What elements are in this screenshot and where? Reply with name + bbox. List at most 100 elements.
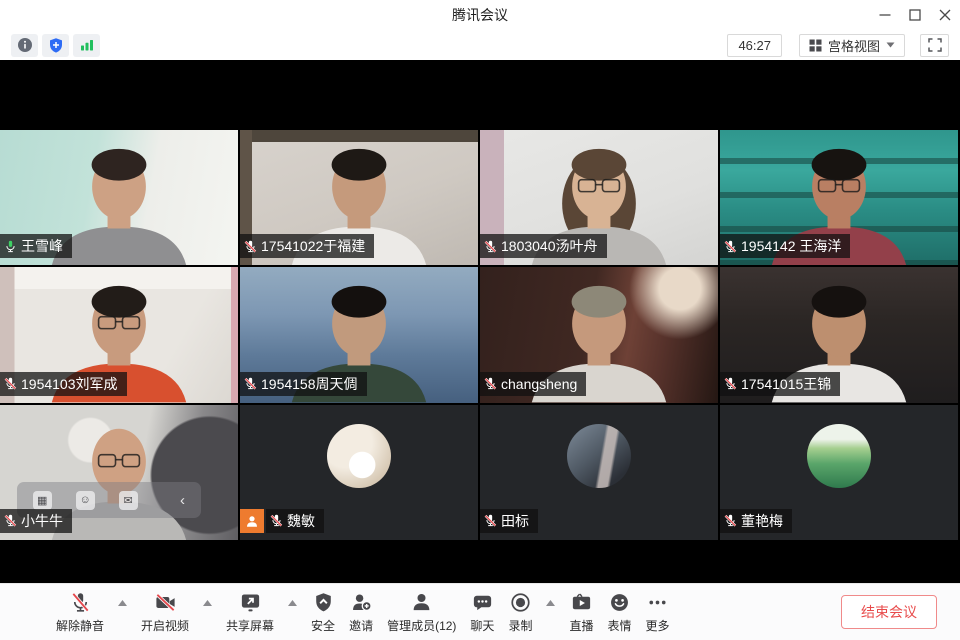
share-screen-button[interactable]: 共享屏幕	[226, 590, 274, 634]
tool-label: 更多	[645, 617, 669, 634]
maximize-icon	[909, 9, 921, 21]
grid-chip-icon: ▦	[33, 491, 52, 510]
toolbar-right-group: 46:27 宫格视图	[727, 34, 949, 57]
fullscreen-button[interactable]	[920, 34, 949, 57]
tool-label: 开启视频	[141, 617, 189, 634]
participant-name: 魏敏	[287, 511, 315, 531]
end-meeting-button[interactable]: 结束会议	[841, 595, 937, 629]
tool-label: 管理成员(12)	[387, 617, 456, 634]
tool-label: 表情	[607, 617, 631, 634]
window-controls	[870, 0, 960, 30]
emoji-button[interactable]: 表情	[607, 590, 631, 634]
video-tile[interactable]: 1954142 王海洋	[720, 130, 958, 265]
video-tile[interactable]: 王雪峰	[0, 130, 238, 265]
view-mode-label: 宫格视图	[828, 36, 880, 55]
share-options-caret[interactable]	[288, 600, 297, 606]
participant-name: 田标	[501, 511, 529, 531]
chevron-down-icon	[886, 42, 895, 48]
participant-label: 王雪峰	[0, 234, 72, 258]
avatar	[327, 424, 391, 488]
manage-members-button[interactable]: 管理成员(12)	[387, 590, 456, 634]
minimize-button[interactable]	[870, 0, 900, 30]
participant-name: 17541015王锦	[741, 374, 831, 394]
network-signal-button[interactable]	[73, 34, 100, 57]
meeting-window: 腾讯会议	[0, 0, 960, 640]
participant-label: 17541015王锦	[720, 372, 840, 396]
chat-button[interactable]: 聊天	[470, 590, 494, 634]
record-icon	[509, 590, 532, 614]
video-tile[interactable]: 17541022于福建	[240, 130, 478, 265]
video-tile[interactable]: 1954158周天倜	[240, 267, 478, 402]
muted-mic-icon	[244, 377, 257, 390]
avatar	[567, 424, 631, 488]
start-video-button[interactable]: 开启视频	[141, 590, 189, 634]
participant-label: changsheng	[480, 372, 586, 396]
muted-mic-icon	[270, 514, 283, 527]
participant-label: 17541022于福建	[240, 234, 374, 258]
view-mode-selector[interactable]: 宫格视图	[799, 34, 905, 57]
shield-plus-icon	[48, 37, 64, 53]
participant-name: 17541022于福建	[261, 236, 365, 256]
mic-options-caret[interactable]	[118, 600, 127, 606]
minimize-icon	[879, 9, 891, 21]
avatar	[807, 424, 871, 488]
video-tile[interactable]: 董艳梅	[720, 405, 958, 540]
video-tile[interactable]: 1803040汤叶舟	[480, 130, 718, 265]
record-button[interactable]: 录制	[508, 590, 532, 634]
live-stream-button[interactable]: 直播	[569, 590, 593, 634]
security-status-button[interactable]	[42, 34, 69, 57]
video-tile[interactable]: changsheng	[480, 267, 718, 402]
tool-label: 共享屏幕	[226, 617, 274, 634]
record-options-caret[interactable]	[546, 600, 555, 606]
video-tile[interactable]: 魏敏	[240, 405, 478, 540]
tool-label: 解除静音	[56, 617, 104, 634]
title-bar: 腾讯会议	[0, 0, 960, 30]
unmute-button[interactable]: 解除静音	[56, 590, 104, 634]
participant-name: 董艳梅	[741, 511, 783, 531]
participant-name: 1954103刘军成	[21, 374, 118, 394]
chat-icon	[471, 590, 494, 614]
muted-mic-icon	[724, 514, 737, 527]
emoji-icon	[608, 590, 631, 614]
muted-mic-icon	[724, 377, 737, 390]
camera-off-icon	[154, 590, 177, 614]
security-button[interactable]: 安全	[311, 590, 335, 634]
host-badge-icon	[240, 509, 264, 533]
participant-label: 小牛牛	[0, 509, 72, 533]
invite-user-icon	[350, 590, 373, 614]
close-button[interactable]	[930, 0, 960, 30]
tool-label: 聊天	[470, 617, 494, 634]
meeting-toolbar-bottom: 解除静音 开启视频 共享屏幕	[0, 583, 960, 640]
maximize-button[interactable]	[900, 0, 930, 30]
chevron-left-icon: ‹	[180, 492, 185, 509]
muted-mic-icon	[4, 514, 17, 527]
tool-label: 直播	[569, 617, 593, 634]
tool-label: 邀请	[349, 617, 373, 634]
invite-button[interactable]: 邀请	[349, 590, 373, 634]
participant-name: 1803040汤叶舟	[501, 236, 598, 256]
active-mic-icon	[4, 240, 17, 253]
video-tile[interactable]: 1954103刘军成	[0, 267, 238, 402]
participant-label: 1954142 王海洋	[720, 234, 850, 258]
fullscreen-icon	[928, 38, 942, 52]
video-tile[interactable]: ▦☺✉‹小牛牛	[0, 405, 238, 540]
participant-label: 魏敏	[240, 509, 324, 533]
video-tile[interactable]: 田标	[480, 405, 718, 540]
grid-view-icon	[809, 39, 822, 52]
signal-bars-icon	[79, 37, 95, 53]
mic-muted-icon	[69, 590, 92, 614]
tool-label: 录制	[508, 617, 532, 634]
share-screen-icon	[239, 590, 262, 614]
video-options-caret[interactable]	[203, 600, 212, 606]
participant-name: 王雪峰	[21, 236, 63, 256]
muted-mic-icon	[484, 514, 497, 527]
timer-value: 46:27	[738, 38, 771, 53]
participant-label: 1954158周天倜	[240, 372, 367, 396]
participant-name: 1954158周天倜	[261, 374, 358, 394]
chat-chip-icon: ✉	[119, 491, 138, 510]
video-tile[interactable]: 17541015王锦	[720, 267, 958, 402]
more-button[interactable]: 更多	[645, 590, 669, 634]
info-icon	[17, 37, 33, 53]
meeting-info-button[interactable]	[11, 34, 38, 57]
participant-label: 1954103刘军成	[0, 372, 127, 396]
